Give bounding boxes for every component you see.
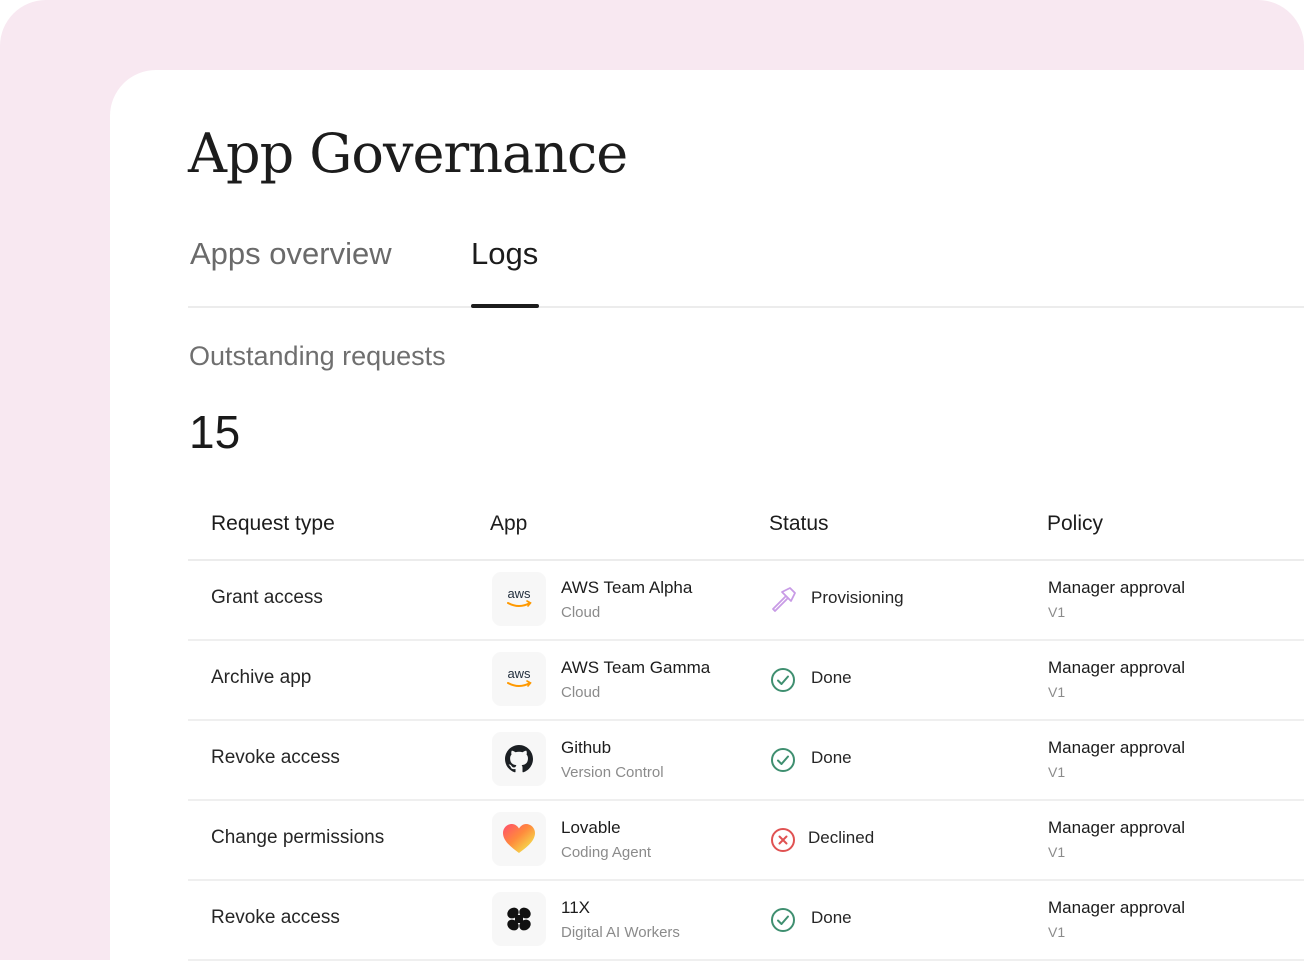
table-row[interactable]: Archive app aws AWS Team Gamma Cloud Don… bbox=[188, 641, 1304, 721]
table-row[interactable]: Change permissions Lovable Coding Agent … bbox=[188, 801, 1304, 881]
aws-logo-icon: aws bbox=[492, 572, 546, 626]
request-type: Revoke access bbox=[211, 907, 340, 928]
check-circle-icon bbox=[769, 666, 797, 694]
request-type: Grant access bbox=[211, 587, 323, 608]
lovable-heart-icon bbox=[492, 812, 546, 866]
outstanding-requests-count: 15 bbox=[189, 406, 241, 458]
github-logo-icon bbox=[492, 732, 546, 786]
table-row[interactable]: Grant access aws AWS Team Alpha Cloud Pr… bbox=[188, 561, 1304, 641]
tab-logs[interactable]: Logs bbox=[471, 236, 538, 272]
tab-apps-overview[interactable]: Apps overview bbox=[190, 236, 392, 272]
policy-name[interactable]: Manager approval bbox=[1048, 738, 1185, 758]
table-header: Request type App Status Policy bbox=[188, 488, 1304, 561]
app-category: Version Control bbox=[561, 764, 664, 781]
app-category: Cloud bbox=[561, 604, 601, 621]
policy-version: V1 bbox=[1048, 764, 1066, 780]
policy-name[interactable]: Manager approval bbox=[1048, 658, 1185, 678]
status-label: Done bbox=[811, 748, 852, 767]
app-governance-card: App Governance Apps overview Logs Outsta… bbox=[110, 70, 1304, 961]
table-row[interactable]: Revoke access 11X Digital AI Workers Don… bbox=[188, 881, 1304, 961]
svg-text:aws: aws bbox=[507, 586, 531, 601]
x-circle-icon bbox=[769, 826, 797, 854]
app-category: Coding Agent bbox=[561, 844, 652, 861]
requests-table: Request type App Status Policy Grant acc… bbox=[188, 488, 1304, 961]
policy-name[interactable]: Manager approval bbox=[1048, 898, 1185, 918]
app-name[interactable]: 11X bbox=[561, 898, 590, 918]
header-app[interactable]: App bbox=[490, 512, 527, 536]
request-type: Change permissions bbox=[211, 827, 385, 848]
11x-logo-icon bbox=[492, 892, 546, 946]
check-circle-icon bbox=[769, 746, 797, 774]
table-row[interactable]: Revoke access Github Version Control Don… bbox=[188, 721, 1304, 801]
app-category: Cloud bbox=[561, 684, 601, 701]
header-policy[interactable]: Policy bbox=[1047, 512, 1103, 536]
app-name[interactable]: AWS Team Alpha bbox=[561, 578, 692, 598]
app-name[interactable]: Github bbox=[561, 738, 611, 758]
header-request-type[interactable]: Request type bbox=[211, 512, 335, 536]
status-label: Declined bbox=[808, 828, 875, 847]
request-type: Archive app bbox=[211, 667, 312, 688]
status-label: Provisioning bbox=[811, 588, 904, 607]
active-tab-indicator bbox=[471, 304, 539, 308]
hammer-icon bbox=[769, 586, 797, 614]
request-type: Revoke access bbox=[211, 747, 340, 768]
policy-name[interactable]: Manager approval bbox=[1048, 578, 1185, 598]
aws-logo-icon: aws bbox=[492, 652, 546, 706]
outstanding-requests-label: Outstanding requests bbox=[189, 341, 446, 371]
svg-text:aws: aws bbox=[507, 666, 531, 681]
header-status[interactable]: Status bbox=[769, 512, 829, 536]
status-label: Done bbox=[811, 668, 852, 687]
app-name[interactable]: AWS Team Gamma bbox=[561, 658, 710, 678]
policy-version: V1 bbox=[1048, 924, 1066, 940]
status-label: Done bbox=[811, 908, 852, 927]
policy-version: V1 bbox=[1048, 604, 1066, 620]
page-title: App Governance bbox=[188, 122, 628, 185]
check-circle-icon bbox=[769, 906, 797, 934]
policy-version: V1 bbox=[1048, 684, 1066, 700]
policy-version: V1 bbox=[1048, 844, 1066, 860]
tab-bar: Apps overview Logs bbox=[188, 230, 1304, 308]
app-name[interactable]: Lovable bbox=[561, 818, 621, 838]
policy-name[interactable]: Manager approval bbox=[1048, 818, 1185, 838]
app-category: Digital AI Workers bbox=[561, 924, 680, 941]
